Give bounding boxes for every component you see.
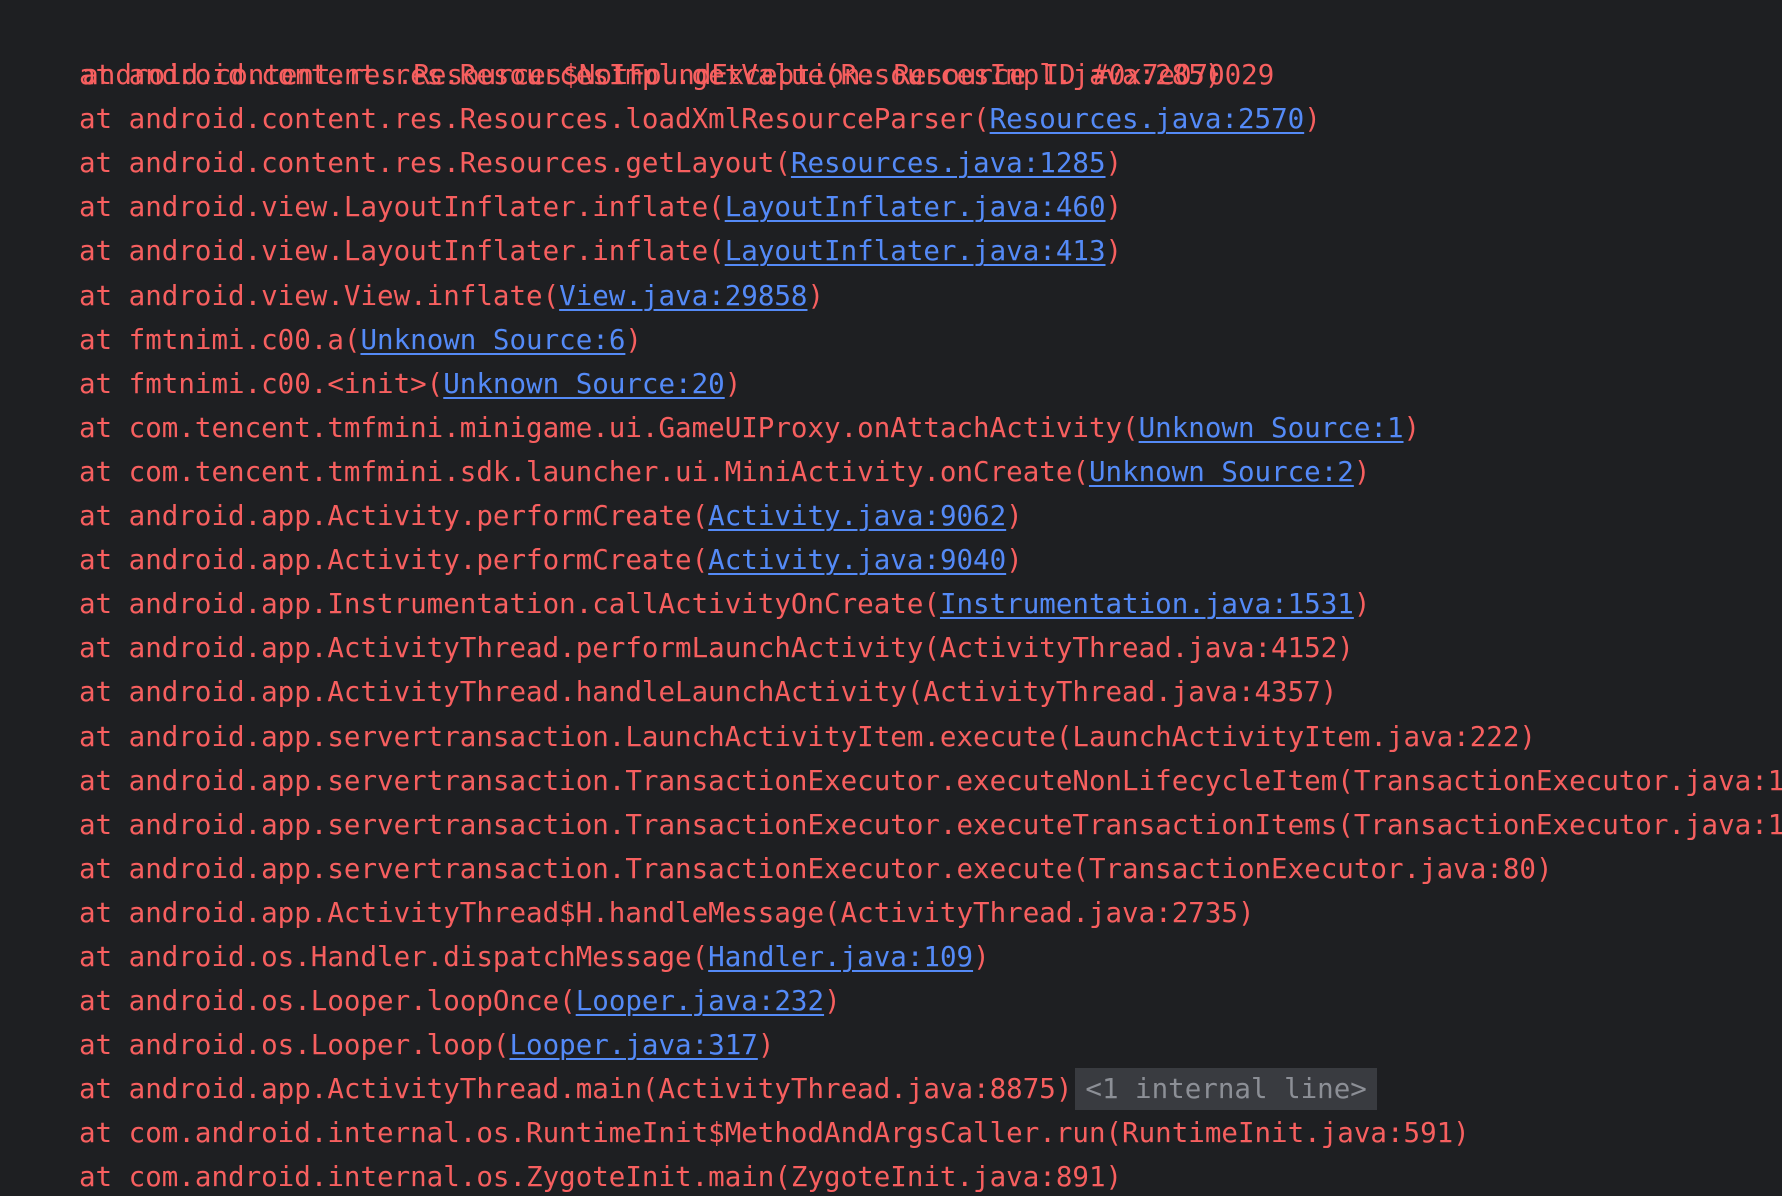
frame-text: at android.app.ActivityThread$H.handleMe… — [79, 896, 1255, 929]
frame-text: at android.app.ActivityThread.main(Activ… — [79, 1073, 1073, 1106]
frame-text-suffix: ) — [1006, 544, 1023, 577]
source-link[interactable]: Resources.java:1285 — [791, 147, 1106, 179]
stack-frame: at android.os.Looper.loopOnce(Looper.jav… — [0, 979, 1782, 1023]
frame-text-suffix: ) — [807, 279, 825, 312]
source-link[interactable]: LayoutInflater.java:413 — [725, 235, 1106, 267]
frame-text: at android.content.res.Resources.getLayo… — [79, 147, 791, 180]
frame-text-suffix: ) — [824, 985, 841, 1018]
internal-lines-fold[interactable]: <1 internal line> — [1075, 1068, 1377, 1111]
frame-text-suffix: ) — [1353, 588, 1371, 621]
source-link[interactable]: LayoutInflater.java:460 — [725, 191, 1106, 223]
frame-text-suffix: ) — [973, 940, 990, 973]
frame-text-suffix: ) — [724, 367, 742, 400]
source-link[interactable]: Looper.java:317 — [509, 1029, 757, 1061]
source-link[interactable]: Unknown Source:20 — [443, 368, 724, 400]
frame-text: at android.app.Activity.performCreate( — [79, 500, 709, 533]
frame-text-suffix: ) — [625, 323, 642, 356]
stack-frame: at android.content.res.ResourcesImpl.get… — [0, 53, 1782, 97]
source-link[interactable]: Resources.java:2570 — [990, 103, 1305, 135]
frame-text-suffix: ) — [1105, 147, 1123, 180]
frame-text: at android.os.Looper.loopOnce( — [79, 985, 576, 1018]
source-link[interactable]: Instrumentation.java:1531 — [940, 588, 1354, 620]
frame-text: at android.view.LayoutInflater.inflate( — [79, 235, 725, 268]
frame-text-suffix: ) — [1403, 411, 1421, 444]
stack-frame: at android.app.ActivityThread.performLau… — [0, 626, 1782, 670]
stack-frame: at com.tencent.tmfmini.minigame.ui.GameU… — [0, 406, 1782, 450]
frame-text-suffix: ) — [1105, 191, 1123, 224]
stack-frame: at android.view.LayoutInflater.inflate(L… — [0, 229, 1782, 273]
stack-frame: at fmtnimi.c00.a(Unknown Source:6) — [0, 318, 1782, 362]
stack-frame: at android.app.Activity.performCreate(Ac… — [0, 538, 1782, 582]
frame-text: at android.content.res.Resources.loadXml… — [79, 103, 990, 136]
stack-frame: at android.app.servertransaction.Transac… — [0, 803, 1782, 847]
source-link[interactable]: Handler.java:109 — [708, 941, 973, 973]
frame-text: at android.content.res.ResourcesImpl.get… — [79, 59, 1222, 92]
frame-text: at com.android.internal.os.RuntimeInit$M… — [79, 1117, 1470, 1150]
stack-frame: at android.app.servertransaction.LaunchA… — [0, 715, 1782, 759]
stack-frame: at android.app.Activity.performCreate(Ac… — [0, 494, 1782, 538]
stack-frame: at com.android.internal.os.RuntimeInit$M… — [0, 1111, 1782, 1155]
frame-text: at android.app.servertransaction.Transac… — [79, 852, 1553, 885]
frame-text: at android.view.View.inflate( — [79, 279, 560, 312]
stack-frame: at android.app.servertransaction.Transac… — [0, 847, 1782, 891]
source-link[interactable]: Unknown Source:1 — [1139, 412, 1404, 444]
frame-text: at android.os.Looper.loop( — [79, 1029, 510, 1062]
frame-text: at android.app.Instrumentation.callActiv… — [79, 588, 940, 621]
stack-frame: at android.app.ActivityThread.handleLaun… — [0, 670, 1782, 714]
frame-text: at com.android.internal.os.ZygoteInit.ma… — [79, 1161, 1123, 1194]
source-link[interactable]: Unknown Source:2 — [1089, 456, 1354, 488]
frame-text: at android.app.Activity.performCreate( — [79, 544, 709, 577]
frame-text: at android.app.ActivityThread.performLau… — [79, 632, 1354, 665]
stack-frame: at android.app.ActivityThread$H.handleMe… — [0, 891, 1782, 935]
frame-text-suffix: ) — [1304, 103, 1321, 136]
source-link[interactable]: Unknown Source:6 — [360, 324, 625, 356]
source-link[interactable]: View.java:29858 — [559, 280, 807, 312]
stack-frame: at android.app.servertransaction.Transac… — [0, 759, 1782, 803]
stack-frame: at com.android.internal.os.ZygoteInit.ma… — [0, 1155, 1782, 1196]
stack-frame: at android.app.ActivityThread.main(Activ… — [0, 1067, 1782, 1111]
frame-text-suffix: ) — [757, 1029, 775, 1062]
source-link[interactable]: Activity.java:9040 — [708, 544, 1006, 576]
stack-trace-console[interactable]: android.content.res.Resources$NotFoundEx… — [0, 0, 1782, 1196]
frame-text: at android.app.servertransaction.LaunchA… — [79, 720, 1536, 753]
frame-text: at com.tencent.tmfmini.minigame.ui.GameU… — [79, 411, 1139, 444]
frame-text: at com.tencent.tmfmini.sdk.launcher.ui.M… — [79, 455, 1089, 488]
stack-frame: at android.app.Instrumentation.callActiv… — [0, 582, 1782, 626]
frame-text: at android.view.LayoutInflater.inflate( — [79, 191, 725, 224]
frame-text: at fmtnimi.c00.<init>( — [79, 367, 444, 400]
frame-text: at android.os.Handler.dispatchMessage( — [79, 940, 709, 973]
stack-frame: at android.view.LayoutInflater.inflate(L… — [0, 185, 1782, 229]
frame-text: at android.app.ActivityThread.handleLaun… — [79, 676, 1338, 709]
stack-frame: at android.content.res.Resources.loadXml… — [0, 97, 1782, 141]
stack-frame: at android.view.View.inflate(View.java:2… — [0, 274, 1782, 318]
exception-line: android.content.res.Resources$NotFoundEx… — [0, 9, 1782, 91]
stack-frame: at android.os.Looper.loop(Looper.java:31… — [0, 1023, 1782, 1067]
frame-text: at fmtnimi.c00.a( — [79, 323, 361, 356]
frame-text: at android.app.servertransaction.Transac… — [79, 764, 1782, 797]
frame-text: at android.app.servertransaction.Transac… — [79, 808, 1782, 841]
frame-text-suffix: ) — [1105, 235, 1123, 268]
stack-frame: at android.content.res.Resources.getLayo… — [0, 141, 1782, 185]
stack-frame: at com.tencent.tmfmini.sdk.launcher.ui.M… — [0, 450, 1782, 494]
source-link[interactable]: Activity.java:9062 — [708, 500, 1006, 532]
frame-text-suffix: ) — [1353, 455, 1371, 488]
stack-frame: at android.os.Handler.dispatchMessage(Ha… — [0, 935, 1782, 979]
frame-text-suffix: ) — [1006, 500, 1023, 533]
source-link[interactable]: Looper.java:232 — [576, 985, 824, 1017]
stack-frame: at fmtnimi.c00.<init>(Unknown Source:20) — [0, 362, 1782, 406]
stack-frame-list: at android.content.res.ResourcesImpl.get… — [0, 53, 1782, 1196]
